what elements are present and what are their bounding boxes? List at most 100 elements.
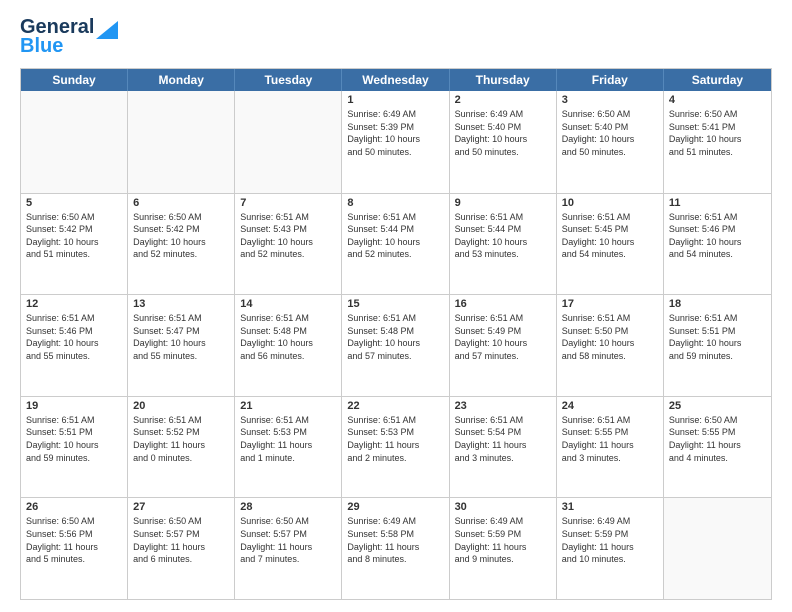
day-number: 16 (455, 298, 551, 310)
day-info: Sunrise: 6:50 AMSunset: 5:55 PMDaylight:… (669, 414, 766, 464)
calendar-day-23: 23 Sunrise: 6:51 AMSunset: 5:54 PMDayligh… (450, 397, 557, 498)
weekday-header: Friday (557, 69, 664, 91)
calendar-day-16: 16 Sunrise: 6:51 AMSunset: 5:49 PMDayligh… (450, 295, 557, 396)
logo-blue: Blue (20, 35, 63, 58)
calendar-day-28: 28Sunrise: 6:50 AMSunset: 5:57 PMDayligh… (235, 498, 342, 599)
day-info: Sunrise: 6:51 AMSunset: 5:54 PMDaylight:… (455, 414, 551, 464)
logo: General Blue (20, 16, 118, 58)
calendar-day-9: 9 Sunrise: 6:51 AMSunset: 5:44 PMDaylight… (450, 194, 557, 295)
calendar-day-17: 17 Sunrise: 6:51 AMSunset: 5:50 PMDayligh… (557, 295, 664, 396)
calendar-day-21: 21 Sunrise: 6:51 AMSunset: 5:53 PMDayligh… (235, 397, 342, 498)
day-number: 13 (133, 298, 229, 310)
calendar-day-6: 6 Sunrise: 6:50 AMSunset: 5:42 PMDaylight… (128, 194, 235, 295)
calendar-day-3: 3 Sunrise: 6:50 AMSunset: 5:40 PMDaylight… (557, 91, 664, 193)
logo-triangle-icon (96, 21, 118, 39)
day-number: 14 (240, 298, 336, 310)
calendar-day-19: 19Sunrise: 6:51 AMSunset: 5:51 PMDayligh… (21, 397, 128, 498)
day-number: 1 (347, 94, 443, 106)
calendar-row: 19Sunrise: 6:51 AMSunset: 5:51 PMDayligh… (21, 396, 771, 498)
calendar-row: 5 Sunrise: 6:50 AMSunset: 5:42 PMDaylight… (21, 193, 771, 295)
calendar-day-20: 20Sunrise: 6:51 AMSunset: 5:52 PMDayligh… (128, 397, 235, 498)
day-number: 29 (347, 501, 443, 513)
day-info: Sunrise: 6:51 AMSunset: 5:48 PMDaylight:… (240, 312, 336, 362)
calendar-empty-cell (235, 91, 342, 193)
calendar-row: 26 Sunrise: 6:50 AMSunset: 5:56 PMDayligh… (21, 497, 771, 599)
calendar-day-31: 31 Sunrise: 6:49 AMSunset: 5:59 PMDayligh… (557, 498, 664, 599)
day-info: Sunrise: 6:51 AMSunset: 5:46 PMDaylight:… (26, 312, 122, 362)
day-number: 8 (347, 197, 443, 209)
day-info: Sunrise: 6:51 AMSunset: 5:44 PMDaylight:… (455, 211, 551, 261)
day-info: Sunrise: 6:51 AMSunset: 5:50 PMDaylight:… (562, 312, 658, 362)
day-number: 4 (669, 94, 766, 106)
calendar-day-8: 8 Sunrise: 6:51 AMSunset: 5:44 PMDaylight… (342, 194, 449, 295)
weekday-header: Sunday (21, 69, 128, 91)
day-info: Sunrise: 6:51 AMSunset: 5:43 PMDaylight:… (240, 211, 336, 261)
day-info: Sunrise: 6:49 AMSunset: 5:58 PMDaylight:… (347, 515, 443, 565)
day-number: 6 (133, 197, 229, 209)
day-number: 17 (562, 298, 658, 310)
day-number: 18 (669, 298, 766, 310)
calendar-day-2: 2 Sunrise: 6:49 AMSunset: 5:40 PMDaylight… (450, 91, 557, 193)
day-info: Sunrise: 6:50 AMSunset: 5:42 PMDaylight:… (133, 211, 229, 261)
calendar-day-5: 5Sunrise: 6:50 AMSunset: 5:42 PMDaylight… (21, 194, 128, 295)
calendar-day-4: 4 Sunrise: 6:50 AMSunset: 5:41 PMDaylight… (664, 91, 771, 193)
day-info: Sunrise: 6:51 AMSunset: 5:55 PMDaylight:… (562, 414, 658, 464)
day-info: Sunrise: 6:51 AMSunset: 5:53 PMDaylight:… (240, 414, 336, 464)
calendar-day-29: 29 Sunrise: 6:49 AMSunset: 5:58 PMDayligh… (342, 498, 449, 599)
day-info: Sunrise: 6:51 AMSunset: 5:53 PMDaylight:… (347, 414, 443, 464)
header: General Blue (20, 16, 772, 58)
day-info: Sunrise: 6:51 AMSunset: 5:51 PMDaylight:… (26, 414, 122, 464)
calendar-body: 1Sunrise: 6:49 AMSunset: 5:39 PMDaylight… (21, 91, 771, 599)
weekday-header: Tuesday (235, 69, 342, 91)
day-info: Sunrise: 6:51 AMSunset: 5:44 PMDaylight:… (347, 211, 443, 261)
calendar-row: 12 Sunrise: 6:51 AMSunset: 5:46 PMDayligh… (21, 294, 771, 396)
day-number: 26 (26, 501, 122, 513)
day-number: 9 (455, 197, 551, 209)
calendar-day-11: 11Sunrise: 6:51 AMSunset: 5:46 PMDayligh… (664, 194, 771, 295)
day-info: Sunrise: 6:51 AMSunset: 5:51 PMDaylight:… (669, 312, 766, 362)
day-number: 5 (26, 197, 122, 209)
day-number: 25 (669, 400, 766, 412)
day-info: Sunrise: 6:50 AMSunset: 5:40 PMDaylight:… (562, 108, 658, 158)
day-info: Sunrise: 6:51 AMSunset: 5:52 PMDaylight:… (133, 414, 229, 464)
day-number: 31 (562, 501, 658, 513)
calendar-empty-cell (664, 498, 771, 599)
day-info: Sunrise: 6:50 AMSunset: 5:57 PMDaylight:… (240, 515, 336, 565)
calendar-day-30: 30Sunrise: 6:49 AMSunset: 5:59 PMDayligh… (450, 498, 557, 599)
day-number: 12 (26, 298, 122, 310)
day-number: 22 (347, 400, 443, 412)
calendar-day-14: 14 Sunrise: 6:51 AMSunset: 5:48 PMDayligh… (235, 295, 342, 396)
day-number: 11 (669, 197, 766, 209)
calendar-day-24: 24 Sunrise: 6:51 AMSunset: 5:55 PMDayligh… (557, 397, 664, 498)
day-info: Sunrise: 6:49 AMSunset: 5:59 PMDaylight:… (455, 515, 551, 565)
day-number: 2 (455, 94, 551, 106)
calendar-empty-cell (128, 91, 235, 193)
day-number: 27 (133, 501, 229, 513)
weekday-header: Wednesday (342, 69, 449, 91)
day-info: Sunrise: 6:49 AMSunset: 5:40 PMDaylight:… (455, 108, 551, 158)
day-number: 7 (240, 197, 336, 209)
calendar-day-25: 25 Sunrise: 6:50 AMSunset: 5:55 PMDayligh… (664, 397, 771, 498)
day-info: Sunrise: 6:51 AMSunset: 5:48 PMDaylight:… (347, 312, 443, 362)
day-number: 24 (562, 400, 658, 412)
calendar-day-22: 22 Sunrise: 6:51 AMSunset: 5:53 PMDayligh… (342, 397, 449, 498)
day-info: Sunrise: 6:50 AMSunset: 5:56 PMDaylight:… (26, 515, 122, 565)
calendar-day-13: 13Sunrise: 6:51 AMSunset: 5:47 PMDayligh… (128, 295, 235, 396)
day-info: Sunrise: 6:50 AMSunset: 5:41 PMDaylight:… (669, 108, 766, 158)
calendar-day-7: 7 Sunrise: 6:51 AMSunset: 5:43 PMDaylight… (235, 194, 342, 295)
day-number: 10 (562, 197, 658, 209)
calendar-day-27: 27Sunrise: 6:50 AMSunset: 5:57 PMDayligh… (128, 498, 235, 599)
day-info: Sunrise: 6:51 AMSunset: 5:49 PMDaylight:… (455, 312, 551, 362)
calendar-day-10: 10 Sunrise: 6:51 AMSunset: 5:45 PMDayligh… (557, 194, 664, 295)
day-info: Sunrise: 6:49 AMSunset: 5:59 PMDaylight:… (562, 515, 658, 565)
calendar-day-15: 15 Sunrise: 6:51 AMSunset: 5:48 PMDayligh… (342, 295, 449, 396)
day-number: 3 (562, 94, 658, 106)
calendar-day-1: 1Sunrise: 6:49 AMSunset: 5:39 PMDaylight… (342, 91, 449, 193)
day-number: 23 (455, 400, 551, 412)
calendar: SundayMondayTuesdayWednesdayThursdayFrid… (20, 68, 772, 600)
day-number: 21 (240, 400, 336, 412)
day-number: 15 (347, 298, 443, 310)
day-info: Sunrise: 6:51 AMSunset: 5:45 PMDaylight:… (562, 211, 658, 261)
calendar-row: 1Sunrise: 6:49 AMSunset: 5:39 PMDaylight… (21, 91, 771, 193)
calendar-day-18: 18 Sunrise: 6:51 AMSunset: 5:51 PMDayligh… (664, 295, 771, 396)
